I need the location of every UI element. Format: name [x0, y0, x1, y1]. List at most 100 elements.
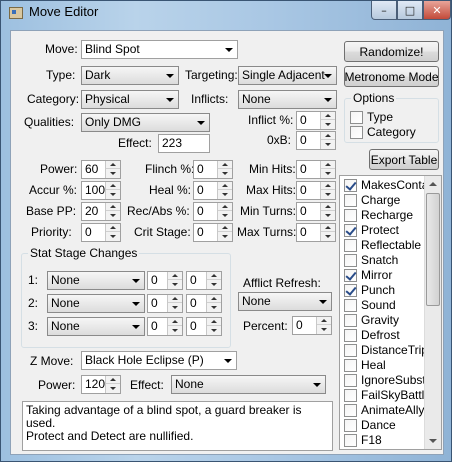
spin-up-icon[interactable]	[218, 224, 232, 232]
scroll-thumb[interactable]	[426, 193, 440, 306]
spin-buttons[interactable]	[167, 318, 182, 335]
spin-down-icon[interactable]	[321, 190, 335, 198]
category-checkbox[interactable]	[350, 126, 363, 139]
stat-row-3-select[interactable]: None	[47, 317, 145, 336]
export-table-button[interactable]: Export Table	[369, 149, 439, 170]
spin-up-icon[interactable]	[106, 224, 120, 232]
spin-down-icon[interactable]	[218, 169, 232, 177]
stat-row-1-select[interactable]: None	[47, 271, 145, 290]
close-button[interactable]: ✕	[423, 1, 451, 20]
spin-up-icon[interactable]	[207, 318, 221, 326]
flinch-stepper[interactable]: 0	[193, 160, 233, 179]
oxb-stepper[interactable]: 0	[296, 131, 336, 150]
flag-checkbox[interactable]	[344, 254, 357, 267]
spin-up-icon[interactable]	[321, 161, 335, 169]
flag-checkbox[interactable]	[344, 434, 357, 447]
spin-down-icon[interactable]	[106, 232, 120, 240]
move-flags-list[interactable]: MakesContactChargeRechargeProtectReflect…	[339, 175, 442, 450]
spin-up-icon[interactable]	[168, 318, 182, 326]
base-pp-stepper[interactable]: 20	[81, 202, 121, 221]
spin-up-icon[interactable]	[106, 182, 120, 190]
flag-checkbox[interactable]	[344, 359, 357, 372]
spin-down-icon[interactable]	[321, 232, 335, 240]
spin-down-icon[interactable]	[207, 326, 221, 334]
move-select[interactable]: Blind Spot	[81, 40, 238, 59]
spin-up-icon[interactable]	[207, 272, 221, 280]
spin-buttons[interactable]	[320, 132, 335, 149]
spin-down-icon[interactable]	[218, 211, 232, 219]
flags-scrollbar[interactable]	[424, 176, 441, 449]
inflict-percent-stepper[interactable]: 0	[296, 111, 336, 130]
spin-down-icon[interactable]	[321, 120, 335, 128]
flag-checkbox[interactable]	[344, 284, 357, 297]
spin-up-icon[interactable]	[218, 203, 232, 211]
spin-buttons[interactable]	[206, 295, 221, 312]
stat-row-2-select[interactable]: None	[47, 294, 145, 313]
flag-checkbox[interactable]	[344, 209, 357, 222]
spin-buttons[interactable]	[320, 203, 335, 220]
spin-up-icon[interactable]	[168, 272, 182, 280]
spin-buttons[interactable]	[320, 224, 335, 241]
spin-up-icon[interactable]	[106, 376, 120, 384]
flag-checkbox[interactable]	[344, 389, 357, 402]
spin-up-icon[interactable]	[207, 295, 221, 303]
afflict-percent-stepper[interactable]: 0	[292, 316, 332, 335]
spin-buttons[interactable]	[167, 272, 182, 289]
spin-buttons[interactable]	[167, 295, 182, 312]
type-select[interactable]: Dark	[81, 66, 179, 85]
spin-down-icon[interactable]	[218, 232, 232, 240]
spin-down-icon[interactable]	[321, 140, 335, 148]
spin-up-icon[interactable]	[168, 295, 182, 303]
min-turns-stepper[interactable]: 0	[296, 202, 336, 221]
spin-buttons[interactable]	[105, 224, 120, 241]
spin-up-icon[interactable]	[218, 182, 232, 190]
heal-stepper[interactable]: 0	[193, 181, 233, 200]
rec-abs-stepper[interactable]: 0	[193, 202, 233, 221]
flag-checkbox[interactable]	[344, 374, 357, 387]
crit-stage-stepper[interactable]: 0	[193, 223, 233, 242]
stat-row-1-chance-stepper[interactable]: 0	[186, 271, 222, 290]
spin-down-icon[interactable]	[168, 326, 182, 334]
spin-buttons[interactable]	[217, 203, 232, 220]
accuracy-stepper[interactable]: 100	[81, 181, 121, 200]
minimize-button[interactable]: –	[371, 1, 397, 20]
spin-buttons[interactable]	[105, 203, 120, 220]
description-textarea[interactable]: Taking advantage of a blind spot, a guar…	[22, 401, 333, 451]
spin-down-icon[interactable]	[106, 384, 120, 392]
flag-checkbox[interactable]	[344, 314, 357, 327]
spin-up-icon[interactable]	[106, 161, 120, 169]
category-select[interactable]: Physical	[81, 90, 179, 109]
spin-up-icon[interactable]	[321, 132, 335, 140]
power-stepper[interactable]: 60	[81, 160, 121, 179]
spin-buttons[interactable]	[320, 161, 335, 178]
spin-buttons[interactable]	[217, 161, 232, 178]
flag-checkbox[interactable]	[344, 224, 357, 237]
spin-buttons[interactable]	[320, 182, 335, 199]
spin-buttons[interactable]	[105, 376, 120, 393]
spin-down-icon[interactable]	[168, 280, 182, 288]
z-move-select[interactable]: Black Hole Eclipse (P)	[81, 351, 237, 370]
spin-buttons[interactable]	[217, 182, 232, 199]
spin-buttons[interactable]	[206, 318, 221, 335]
stat-row-2-chance-stepper[interactable]: 0	[186, 294, 222, 313]
spin-up-icon[interactable]	[321, 182, 335, 190]
randomize-button[interactable]: Randomize!	[344, 41, 439, 62]
spin-down-icon[interactable]	[321, 211, 335, 219]
flag-checkbox[interactable]	[344, 194, 357, 207]
stat-row-1-stage-stepper[interactable]: 0	[147, 271, 183, 290]
flag-checkbox[interactable]	[344, 269, 357, 282]
flag-checkbox[interactable]	[344, 329, 357, 342]
z-power-stepper[interactable]: 120	[81, 375, 121, 394]
flag-checkbox[interactable]	[344, 419, 357, 432]
z-effect-select[interactable]: None	[171, 375, 326, 394]
scroll-down-icon[interactable]	[425, 433, 441, 449]
flag-checkbox[interactable]	[344, 299, 357, 312]
spin-buttons[interactable]	[105, 161, 120, 178]
spin-buttons[interactable]	[206, 272, 221, 289]
inflicts-select[interactable]: None	[238, 90, 337, 109]
metronome-mode-button[interactable]: Metronome Mode	[344, 66, 439, 87]
spin-buttons[interactable]	[217, 224, 232, 241]
stat-row-2-stage-stepper[interactable]: 0	[147, 294, 183, 313]
spin-buttons[interactable]	[320, 112, 335, 129]
scroll-up-icon[interactable]	[425, 176, 441, 192]
